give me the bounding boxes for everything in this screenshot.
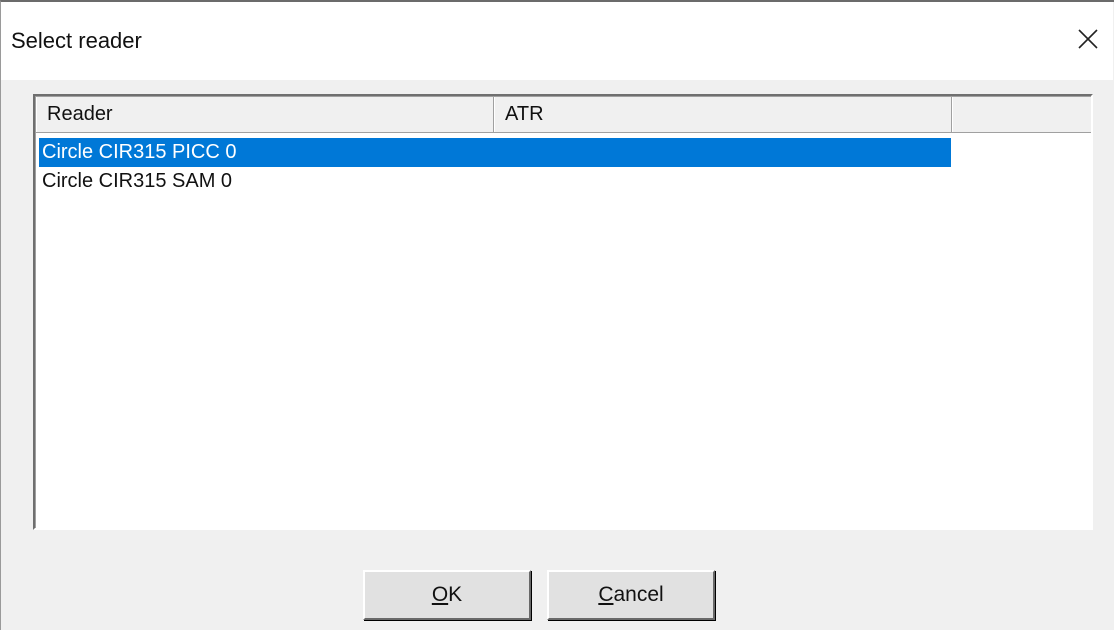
column-header-reader[interactable]: Reader [36, 97, 494, 132]
listview-header: Reader ATR [36, 97, 1091, 133]
ok-label-rest: K [448, 583, 463, 606]
select-reader-dialog: Select reader Reader ATR Circle CIR315 P… [0, 0, 1114, 630]
cancel-button[interactable]: Cancel [547, 570, 715, 620]
cancel-mnemonic: C [598, 583, 614, 606]
dialog-title: Select reader [11, 28, 142, 53]
close-icon[interactable] [1075, 26, 1101, 52]
list-item-reader[interactable]: Circle CIR315 PICC 0 [39, 138, 951, 167]
listview-rows: Circle CIR315 PICC 0 Circle CIR315 SAM 0 [39, 138, 951, 196]
list-item-reader[interactable]: Circle CIR315 SAM 0 [39, 167, 951, 196]
listview-frame: Reader ATR Circle CIR315 PICC 0 Circle C… [35, 96, 1091, 528]
reader-listview[interactable]: Reader ATR Circle CIR315 PICC 0 Circle C… [33, 94, 1093, 530]
reader-name: Circle CIR315 PICC 0 [42, 141, 237, 163]
ok-button[interactable]: OK [363, 570, 531, 620]
reader-name: Circle CIR315 SAM 0 [42, 170, 233, 192]
ok-mnemonic: O [431, 583, 449, 606]
title-bar[interactable]: Select reader [1, 2, 1113, 80]
cancel-label-rest: ancel [613, 583, 664, 606]
column-header-empty[interactable] [952, 97, 1091, 132]
column-header-atr[interactable]: ATR [494, 97, 952, 132]
